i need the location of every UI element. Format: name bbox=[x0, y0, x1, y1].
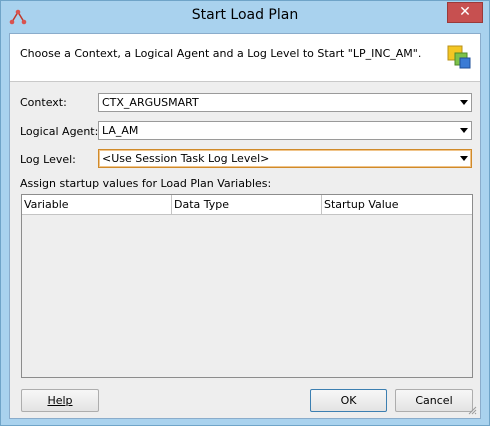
help-button-label: Help bbox=[47, 394, 73, 407]
cancel-button[interactable]: Cancel bbox=[395, 389, 473, 412]
logical-agent-value: LA_AM bbox=[102, 124, 139, 137]
close-button[interactable]: ✕ bbox=[447, 2, 483, 23]
load-plan-wizard-icon bbox=[447, 45, 471, 69]
dialog-header: Choose a Context, a Logical Agent and a … bbox=[10, 34, 480, 82]
header-instruction: Choose a Context, a Logical Agent and a … bbox=[20, 47, 422, 60]
log-level-label: Log Level: bbox=[20, 153, 76, 166]
context-label: Context: bbox=[20, 96, 67, 109]
chevron-down-icon[interactable] bbox=[460, 100, 468, 105]
variables-table[interactable]: Variable Data Type Startup Value bbox=[21, 194, 473, 378]
context-value: CTX_ARGUSMART bbox=[102, 96, 199, 109]
logical-agent-label: Logical Agent: bbox=[20, 125, 99, 138]
table-header: Variable Data Type Startup Value bbox=[22, 195, 472, 215]
context-select[interactable]: CTX_ARGUSMART bbox=[98, 93, 472, 112]
column-header-data-type[interactable]: Data Type bbox=[172, 195, 322, 214]
window-title: Start Load Plan bbox=[191, 7, 299, 23]
help-button[interactable]: Help bbox=[21, 389, 99, 412]
start-load-plan-dialog: Start Load Plan ✕ Choose a Context, a Lo… bbox=[0, 0, 490, 426]
resize-grip-icon[interactable] bbox=[467, 405, 477, 415]
log-level-select[interactable]: <Use Session Task Log Level> bbox=[98, 149, 472, 168]
ok-button[interactable]: OK bbox=[310, 389, 387, 412]
column-header-startup-value[interactable]: Startup Value bbox=[322, 195, 472, 214]
cancel-button-label: Cancel bbox=[415, 394, 453, 407]
dialog-body: Choose a Context, a Logical Agent and a … bbox=[9, 33, 481, 419]
chevron-down-icon[interactable] bbox=[460, 128, 468, 133]
title-bar[interactable]: Start Load Plan ✕ bbox=[1, 1, 489, 33]
ok-button-label: OK bbox=[340, 394, 357, 407]
close-icon[interactable]: ✕ bbox=[448, 4, 482, 20]
chevron-down-icon[interactable] bbox=[460, 156, 468, 161]
log-level-value: <Use Session Task Log Level> bbox=[102, 152, 270, 165]
column-header-variable[interactable]: Variable bbox=[22, 195, 172, 214]
logical-agent-select[interactable]: LA_AM bbox=[98, 121, 472, 140]
variables-caption: Assign startup values for Load Plan Vari… bbox=[20, 177, 272, 190]
